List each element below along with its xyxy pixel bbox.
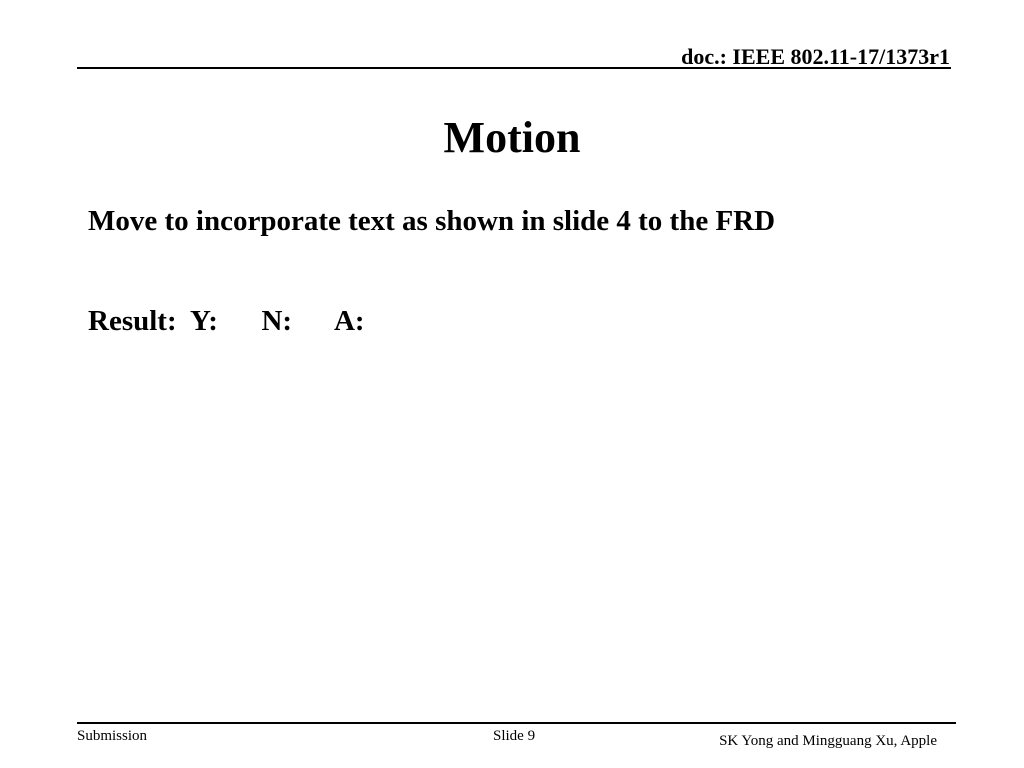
- footer-divider: [77, 722, 956, 724]
- header-divider: [77, 67, 951, 69]
- slide-number: Slide 9: [493, 728, 536, 744]
- motion-text: Move to incorporate text as shown in sli…: [88, 205, 776, 237]
- footer-authors: SK Yong and Mingguang Xu, Apple: [719, 733, 937, 749]
- footer-submission: Submission: [77, 728, 148, 744]
- slide-title: Motion: [443, 113, 581, 162]
- result-line: Result: Y: N: A:: [88, 305, 365, 337]
